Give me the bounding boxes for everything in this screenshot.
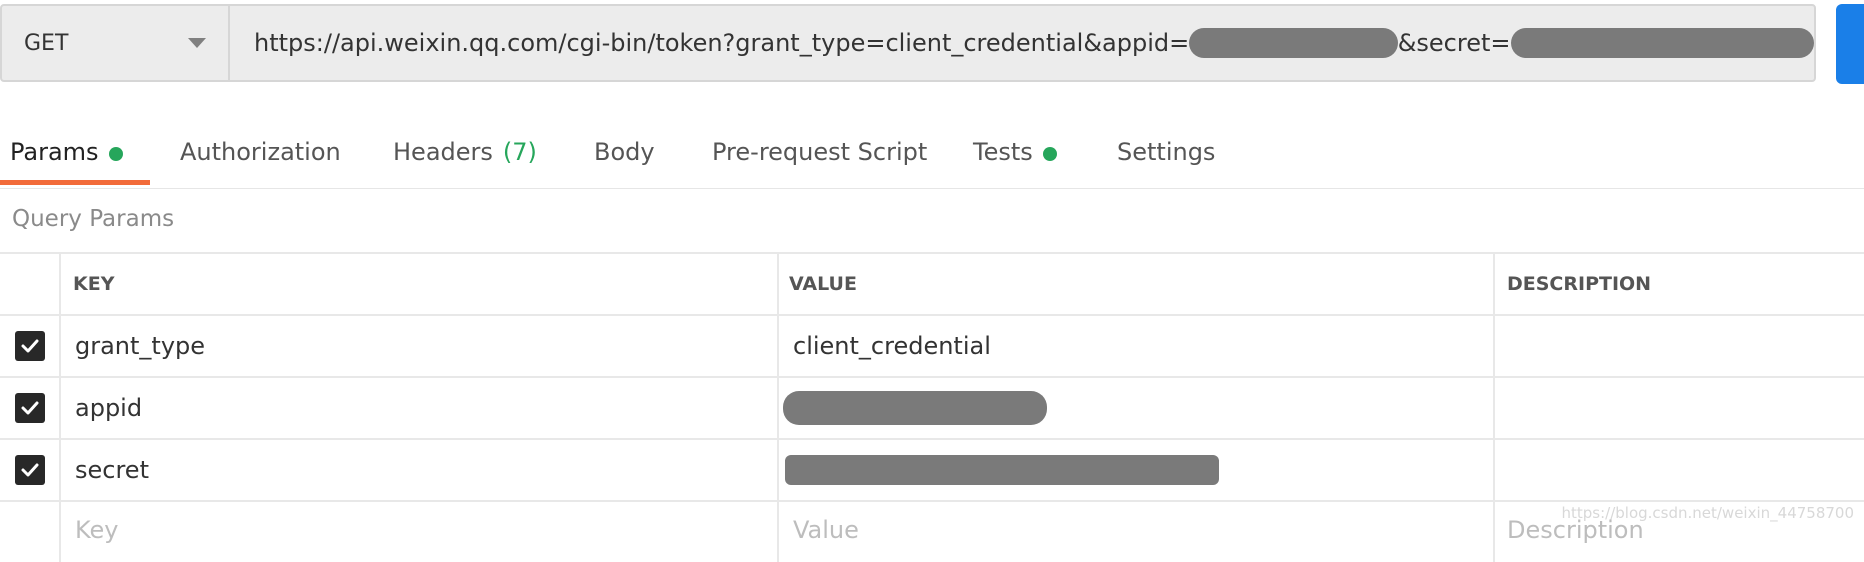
tab-body[interactable]: Body: [594, 118, 655, 186]
status-dot-icon: [108, 147, 123, 161]
method-select[interactable]: GET: [2, 6, 230, 80]
url-input[interactable]: https://api.weixin.qq.com/cgi-bin/token?…: [230, 6, 1814, 80]
check-cell: [0, 502, 61, 562]
header-key: KEY: [61, 254, 779, 314]
url-text: https://api.weixin.qq.com/cgi-bin/token?…: [254, 29, 1190, 57]
table-row: secret: [0, 438, 1864, 500]
redacted-secret: [1510, 28, 1814, 58]
tab-headers[interactable]: Headers (7): [393, 118, 537, 186]
key-cell[interactable]: appid: [61, 378, 779, 438]
table-row: grant_type client_credential: [0, 314, 1864, 376]
key-placeholder[interactable]: Key: [61, 502, 779, 562]
send-button[interactable]: [1836, 4, 1864, 84]
query-params-title: Query Params: [12, 206, 175, 232]
header-description: DESCRIPTION: [1507, 273, 1652, 295]
redacted-appid: [1189, 28, 1398, 58]
table-row: appid: [0, 376, 1864, 438]
key-cell[interactable]: secret: [61, 440, 779, 500]
tab-pre-request-script-label: Pre-request Script: [712, 138, 928, 166]
checkmark-icon: [21, 463, 38, 477]
active-tab-indicator: [0, 180, 150, 185]
value-cell[interactable]: client_credential: [779, 316, 1495, 376]
header-check-cell: [0, 254, 61, 314]
tab-settings-label: Settings: [1117, 138, 1216, 166]
request-tabs: Params Authorization Headers (7) Body Pr…: [0, 118, 1864, 189]
checkmark-icon: [21, 339, 38, 353]
headers-count-badge: (7): [502, 138, 537, 166]
row-checkbox[interactable]: [14, 331, 45, 361]
value-cell[interactable]: [779, 440, 1495, 500]
request-bar: GET https://api.weixin.qq.com/cgi-bin/to…: [0, 4, 1816, 82]
method-label: GET: [24, 30, 69, 56]
check-cell: [0, 316, 61, 376]
tab-pre-request-script[interactable]: Pre-request Script: [712, 118, 927, 186]
url-secret-label: &secret=: [1397, 29, 1511, 57]
description-cell[interactable]: [1495, 378, 1864, 438]
value-cell[interactable]: [779, 378, 1495, 438]
tab-authorization[interactable]: Authorization: [180, 118, 341, 186]
row-checkbox[interactable]: [14, 393, 45, 423]
checkmark-icon: [21, 401, 38, 415]
status-dot-icon: [1042, 147, 1057, 161]
tab-tests[interactable]: Tests: [973, 118, 1057, 186]
check-cell: [0, 378, 61, 438]
row-checkbox[interactable]: [14, 455, 45, 485]
description-cell[interactable]: [1495, 316, 1864, 376]
tab-tests-label: Tests: [973, 138, 1033, 166]
tab-body-label: Body: [594, 138, 655, 166]
tab-authorization-label: Authorization: [180, 138, 341, 166]
description-cell[interactable]: [1495, 440, 1864, 500]
redacted-appid-value: [783, 391, 1047, 425]
redacted-secret-value: [785, 455, 1219, 485]
key-cell[interactable]: grant_type: [61, 316, 779, 376]
tab-settings[interactable]: Settings: [1117, 118, 1215, 186]
table-header: KEY VALUE DESCRIPTION: [0, 252, 1864, 314]
tab-params[interactable]: Params: [10, 118, 123, 186]
check-cell: [0, 440, 61, 500]
watermark: https://blog.csdn.net/weixin_44758700: [1561, 504, 1854, 522]
chevron-down-icon: [188, 38, 206, 48]
tab-params-label: Params: [10, 138, 99, 166]
value-placeholder[interactable]: Value: [779, 502, 1495, 562]
tab-headers-label: Headers: [393, 138, 493, 166]
header-value: VALUE: [779, 254, 1495, 314]
